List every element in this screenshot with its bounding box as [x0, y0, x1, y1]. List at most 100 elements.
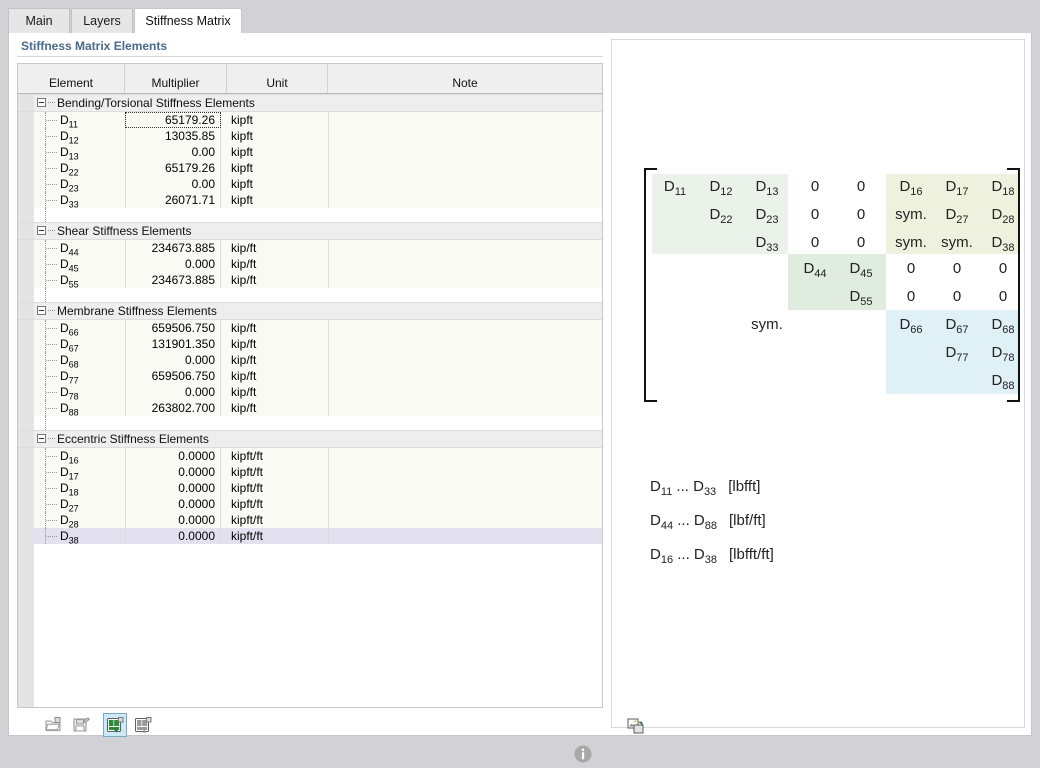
cell-multiplier[interactable]: 0.0000: [125, 512, 221, 528]
save-icon: [70, 717, 92, 733]
column-header-multiplier[interactable]: Multiplier: [125, 74, 227, 93]
save-button[interactable]: [69, 713, 93, 737]
table-row[interactable]: D77659506.750kip/ft: [18, 368, 602, 384]
cell-note[interactable]: [328, 160, 602, 176]
cell-note[interactable]: [328, 144, 602, 160]
table-group-header[interactable]: Shear Stiffness Elements: [18, 222, 602, 240]
export-table-button[interactable]: [131, 713, 155, 737]
table-row[interactable]: D66659506.750kip/ft: [18, 320, 602, 336]
table-row[interactable]: D2265179.26kipft: [18, 160, 602, 176]
cell-multiplier[interactable]: 0.00: [125, 144, 221, 160]
cell-multiplier[interactable]: 0.000: [125, 256, 221, 272]
tab-layers[interactable]: Layers: [71, 8, 133, 34]
cell-unit: kipft: [231, 144, 253, 160]
cell-note[interactable]: [328, 480, 602, 496]
table-group-header[interactable]: Eccentric Stiffness Elements: [18, 430, 602, 448]
table-row[interactable]: D230.00kipft: [18, 176, 602, 192]
cell-note[interactable]: [328, 448, 602, 464]
matrix-cell: D11: [652, 174, 698, 200]
matrix-cell: sym.: [744, 312, 790, 338]
stiffness-matrix-window: Main Layers Stiffness Matrix Stiffness M…: [0, 0, 1040, 752]
table-row[interactable]: D44234673.885kip/ft: [18, 240, 602, 256]
table-row[interactable]: D1213035.85kipft: [18, 128, 602, 144]
table-row[interactable]: D3326071.71kipft: [18, 192, 602, 208]
cell-note[interactable]: [328, 320, 602, 336]
cell-multiplier[interactable]: 0.000: [125, 352, 221, 368]
table-row[interactable]: D270.0000kipft/ft: [18, 496, 602, 512]
cell-multiplier[interactable]: 659506.750: [125, 320, 221, 336]
table-group-header[interactable]: Bending/Torsional Stiffness Elements: [18, 94, 602, 112]
cell-multiplier[interactable]: 0.00: [125, 176, 221, 192]
tree-connector: [46, 120, 57, 121]
row-gutter: [18, 208, 34, 222]
table-row[interactable]: D1165179.26kipft: [18, 112, 602, 128]
tree-line: [45, 288, 46, 302]
cell-note[interactable]: [328, 400, 602, 416]
cell-multiplier[interactable]: 0.0000: [125, 464, 221, 480]
cell-multiplier[interactable]: 131901.350: [125, 336, 221, 352]
table-row[interactable]: D67131901.350kip/ft: [18, 336, 602, 352]
info-button[interactable]: [572, 743, 596, 767]
row-gutter: [18, 431, 34, 447]
cell-note[interactable]: [328, 176, 602, 192]
tree-connector: [46, 168, 57, 169]
cell-note[interactable]: [328, 496, 602, 512]
table-group-header[interactable]: Membrane Stiffness Elements: [18, 302, 602, 320]
collapse-toggle-icon[interactable]: [37, 434, 46, 443]
cell-note[interactable]: [328, 112, 602, 128]
header-spacer-note: [328, 64, 602, 74]
tree-connector: [48, 310, 55, 311]
table-row[interactable]: D280.0000kipft/ft: [18, 512, 602, 528]
tab-stiffness-matrix[interactable]: Stiffness Matrix: [134, 8, 242, 35]
row-gutter: [18, 192, 34, 208]
cell-multiplier[interactable]: 65179.26: [125, 112, 221, 128]
tab-bar: Main Layers Stiffness Matrix: [8, 8, 1032, 34]
row-gutter: [18, 176, 34, 192]
cell-note[interactable]: [328, 336, 602, 352]
table-row[interactable]: D55234673.885kip/ft: [18, 272, 602, 288]
collapse-toggle-icon[interactable]: [37, 98, 46, 107]
cell-multiplier[interactable]: 0.000: [125, 384, 221, 400]
column-header-element[interactable]: Element: [18, 74, 125, 93]
cell-multiplier[interactable]: 234673.885: [125, 272, 221, 288]
table-row[interactable]: D780.000kip/ft: [18, 384, 602, 400]
cell-note[interactable]: [328, 256, 602, 272]
cell-note[interactable]: [328, 464, 602, 480]
table-row[interactable]: D170.0000kipft/ft: [18, 464, 602, 480]
collapse-toggle-icon[interactable]: [37, 226, 46, 235]
cell-note[interactable]: [328, 272, 602, 288]
table-row[interactable]: D130.00kipft: [18, 144, 602, 160]
cell-multiplier[interactable]: 234673.885: [125, 240, 221, 256]
table-row[interactable]: D160.0000kipft/ft: [18, 448, 602, 464]
column-header-note[interactable]: Note: [328, 74, 602, 93]
open-folder-button[interactable]: [41, 713, 65, 737]
cell-multiplier[interactable]: 0.0000: [125, 528, 221, 544]
cell-note[interactable]: [328, 192, 602, 208]
cell-multiplier[interactable]: 263802.700: [125, 400, 221, 416]
table-row[interactable]: D450.000kip/ft: [18, 256, 602, 272]
cell-multiplier[interactable]: 0.0000: [125, 480, 221, 496]
collapse-toggle-icon[interactable]: [37, 306, 46, 315]
table-row[interactable]: D680.000kip/ft: [18, 352, 602, 368]
legend-range: D11 ... D33: [650, 478, 716, 495]
tab-main[interactable]: Main: [8, 8, 70, 34]
cell-note[interactable]: [328, 240, 602, 256]
table-row[interactable]: D380.0000kipft/ft: [18, 528, 602, 544]
copy-image-button[interactable]: [624, 714, 648, 738]
cell-multiplier[interactable]: 0.0000: [125, 496, 221, 512]
cell-multiplier[interactable]: 659506.750: [125, 368, 221, 384]
table-row[interactable]: D88263802.700kip/ft: [18, 400, 602, 416]
column-header-unit[interactable]: Unit: [227, 74, 328, 93]
cell-note[interactable]: [328, 368, 602, 384]
import-table-button[interactable]: [103, 713, 127, 737]
cell-note[interactable]: [328, 528, 602, 544]
cell-note[interactable]: [328, 384, 602, 400]
cell-multiplier[interactable]: 0.0000: [125, 448, 221, 464]
cell-multiplier[interactable]: 13035.85: [125, 128, 221, 144]
cell-multiplier[interactable]: 26071.71: [125, 192, 221, 208]
cell-note[interactable]: [328, 512, 602, 528]
cell-multiplier[interactable]: 65179.26: [125, 160, 221, 176]
cell-note[interactable]: [328, 128, 602, 144]
cell-note[interactable]: [328, 352, 602, 368]
table-row[interactable]: D180.0000kipft/ft: [18, 480, 602, 496]
